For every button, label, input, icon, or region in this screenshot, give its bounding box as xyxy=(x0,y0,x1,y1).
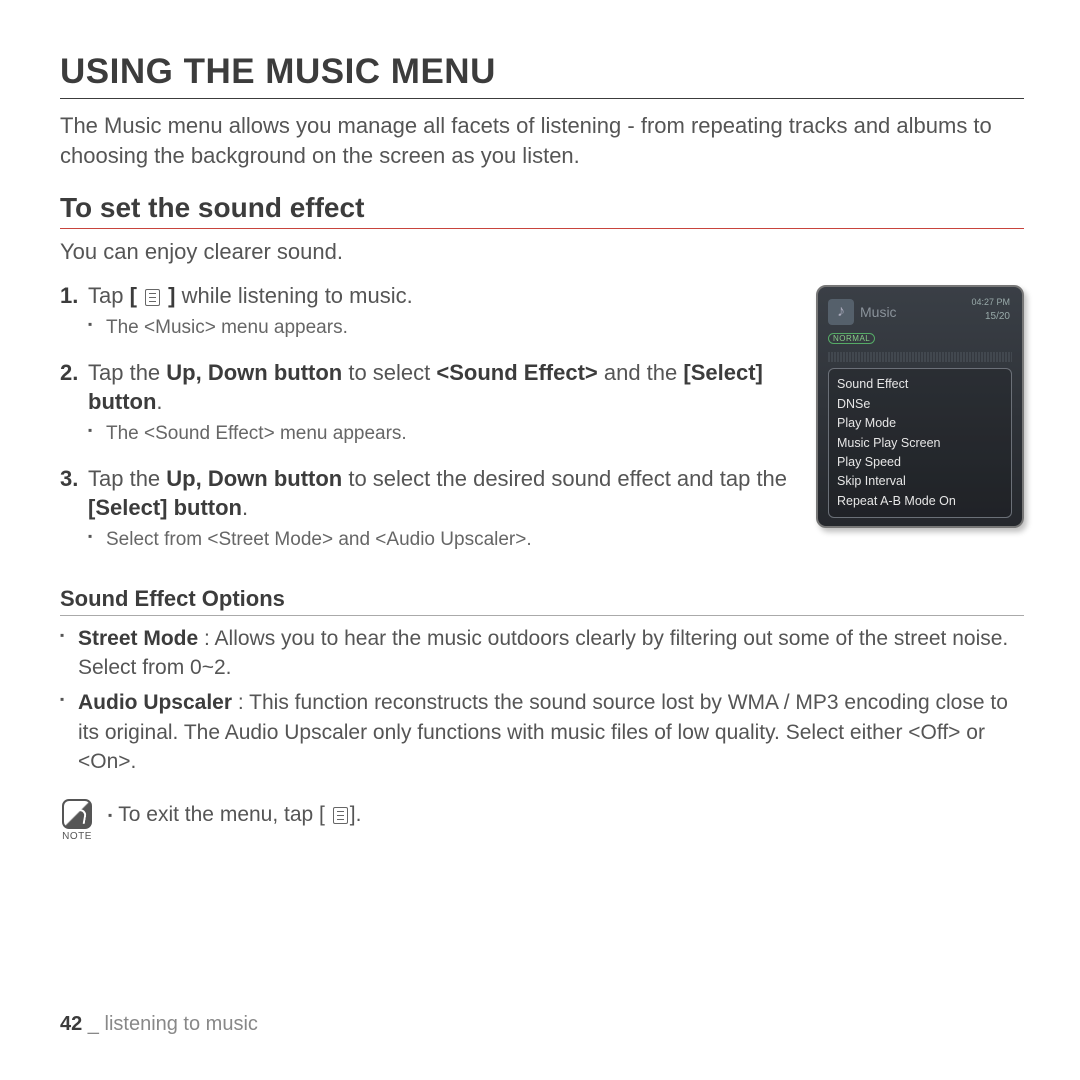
footer-section: listening to music xyxy=(105,1013,258,1035)
option-audio-upscaler: Audio Upscaler : This function reconstru… xyxy=(60,688,1024,776)
step-1-suffix: while listening to music. xyxy=(176,283,413,308)
step-2: Tap the Up, Down button to select <Sound… xyxy=(60,358,792,448)
device-menu-item: Repeat A-B Mode On xyxy=(837,492,1003,511)
note-label: NOTE xyxy=(60,831,94,842)
option-street-mode: Street Mode : Allows you to hear the mus… xyxy=(60,624,1024,683)
step-1-sub: The <Music> menu appears. xyxy=(88,315,792,342)
step-3-text: Tap the Up, Down button to select the de… xyxy=(88,466,787,521)
device-screenshot: ♪ Music 04:27 PM 15/20 NORMAL Sound Effe… xyxy=(816,285,1024,528)
device-spectrum xyxy=(828,352,1012,362)
device-track-count: 15/20 xyxy=(985,311,1010,322)
option-desc: : Allows you to hear the music outdoors … xyxy=(78,627,1008,679)
device-eq-badge: NORMAL xyxy=(828,333,875,344)
device-title: Music xyxy=(860,304,897,320)
intro-text: The Music menu allows you manage all fac… xyxy=(60,111,1024,170)
page-number: 42 xyxy=(60,1013,82,1035)
section-title: To set the sound effect xyxy=(60,192,1024,229)
options-title: Sound Effect Options xyxy=(60,586,1024,616)
step-2-sub: The <Sound Effect> menu appears. xyxy=(88,421,792,448)
step-1-bracket-open: [ xyxy=(130,283,143,308)
device-menu-item: DNSe xyxy=(837,395,1003,414)
note-text-after: ]. xyxy=(350,803,362,826)
page-title: USING THE MUSIC MENU xyxy=(60,52,1024,99)
device-menu-item: Sound Effect xyxy=(837,375,1003,394)
device-menu-item: Play Speed xyxy=(837,453,1003,472)
device-menu-item: Play Mode xyxy=(837,414,1003,433)
step-2-text: Tap the Up, Down button to select <Sound… xyxy=(88,360,763,415)
note-icon xyxy=(62,799,92,829)
device-menu: Sound Effect DNSe Play Mode Music Play S… xyxy=(828,368,1012,518)
device-menu-item: Music Play Screen xyxy=(837,434,1003,453)
page-footer: 42 _ listening to music xyxy=(60,1013,258,1036)
menu-icon xyxy=(333,807,348,824)
step-1-prefix: Tap xyxy=(88,283,130,308)
footer-sep: _ xyxy=(82,1013,104,1035)
option-name: Street Mode xyxy=(78,627,198,650)
step-1: Tap [ ] while listening to music. The <M… xyxy=(60,281,792,341)
device-time: 04:27 PM xyxy=(971,297,1010,307)
note-badge: NOTE xyxy=(60,799,94,842)
section-lead: You can enjoy clearer sound. xyxy=(60,239,1024,265)
device-menu-item: Skip Interval xyxy=(837,472,1003,491)
step-1-bracket-close: ] xyxy=(162,283,175,308)
menu-icon xyxy=(145,289,160,306)
step-3: Tap the Up, Down button to select the de… xyxy=(60,464,792,554)
note-text-before: To exit the menu, tap [ xyxy=(118,803,325,826)
option-name: Audio Upscaler xyxy=(78,691,232,714)
step-3-sub: Select from <Street Mode> and <Audio Ups… xyxy=(88,527,792,554)
note-text: ▪To exit the menu, tap [ ]. xyxy=(108,799,361,827)
music-note-icon: ♪ xyxy=(828,299,854,325)
